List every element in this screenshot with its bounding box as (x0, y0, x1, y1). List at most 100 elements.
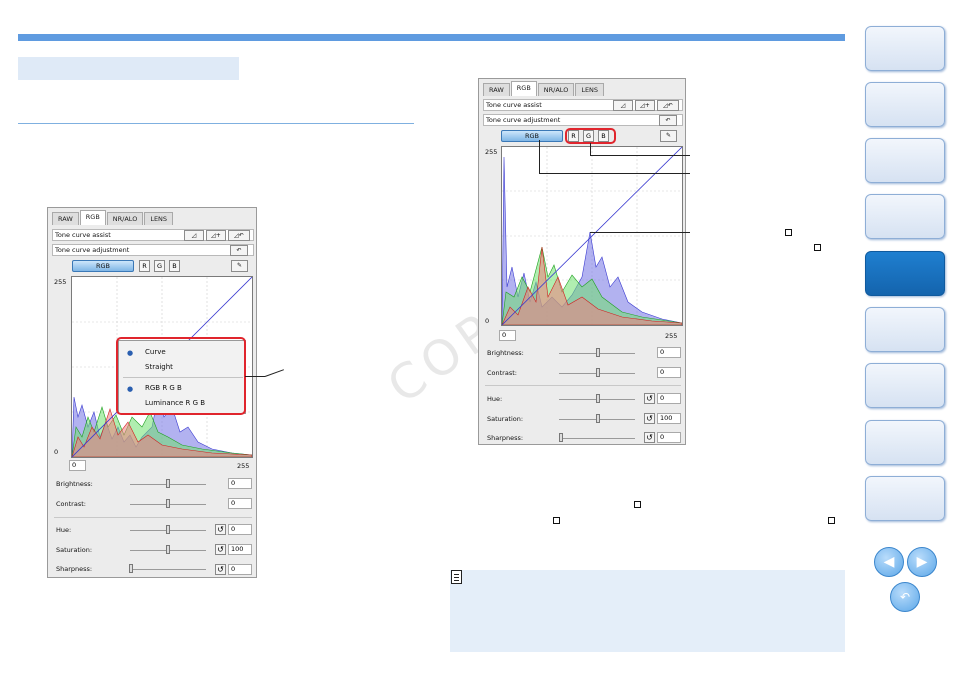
brightness-slider[interactable] (596, 348, 600, 357)
tone-assist-plus-button[interactable]: ◿+ (206, 230, 226, 241)
rgb-callout-line (590, 155, 690, 156)
sidebar-nav-item[interactable] (865, 194, 945, 239)
saturation-value[interactable]: 100 (657, 413, 681, 424)
tone-assist-plus-button[interactable]: ◿+ (635, 100, 655, 111)
tab-raw[interactable]: RAW (52, 212, 79, 225)
sharpness-reset-icon[interactable]: ↺ (215, 564, 226, 575)
contrast-slider[interactable] (596, 368, 600, 377)
menu-callout-leader (264, 369, 284, 377)
hue-value[interactable]: 0 (657, 393, 681, 404)
hue-slider[interactable] (596, 394, 600, 403)
sharpness-value[interactable]: 0 (657, 432, 681, 443)
tone-curve-adjustment-row: Tone curve adjustment (483, 114, 683, 126)
sharpness-slider[interactable] (129, 564, 133, 573)
curve-reset-button[interactable]: ↶ (230, 245, 248, 256)
brightness-value[interactable]: 0 (657, 347, 681, 358)
eyedropper-icon[interactable]: ✎ (231, 260, 248, 272)
hue-slider[interactable] (166, 525, 170, 534)
memo-icon (451, 570, 462, 584)
sharpness-reset-icon[interactable]: ↺ (644, 432, 655, 443)
brightness-label: Brightness: (56, 480, 93, 488)
panel-tabs: RAW RGB NR/ALO LENS (483, 81, 605, 96)
saturation-slider[interactable] (596, 414, 600, 423)
page-ref-icon (828, 517, 835, 524)
g-channel-button[interactable]: G (154, 260, 165, 272)
rgb-button-callout-vertical (539, 140, 540, 173)
hue-label: Hue: (487, 395, 503, 403)
axis-max-label: 255 (485, 148, 498, 156)
contrast-label: Contrast: (487, 369, 517, 377)
arrow-right-icon[interactable]: ▶ (907, 547, 937, 577)
header-bar (18, 34, 845, 41)
sharpness-value[interactable]: 0 (228, 564, 252, 575)
page-ref-icon (814, 244, 821, 251)
brightness-slider[interactable] (166, 479, 170, 488)
tone-assist-button[interactable]: ◿ (184, 230, 204, 241)
eyedropper-icon[interactable]: ✎ (660, 130, 677, 142)
axis-zero-label: 0 (54, 448, 59, 456)
hue-label: Hue: (56, 526, 72, 534)
brightness-value[interactable]: 0 (228, 478, 252, 489)
rgb-channel-button[interactable]: RGB (72, 260, 134, 272)
saturation-value[interactable]: 100 (228, 544, 252, 555)
tab-raw[interactable]: RAW (483, 83, 510, 96)
hue-reset-icon[interactable]: ↺ (215, 524, 226, 535)
input-level-min[interactable]: 0 (499, 330, 516, 341)
sharpness-label: Sharpness: (56, 565, 93, 573)
input-level-max-label: 255 (237, 462, 250, 470)
return-icon[interactable]: ↶ (890, 582, 920, 612)
right-rgb-panel: RAW RGB NR/ALO LENS Tone curve assist ◿ … (478, 78, 686, 445)
tone-assist-button[interactable]: ◿ (613, 100, 633, 111)
saturation-reset-icon[interactable]: ↺ (644, 413, 655, 424)
sidebar-nav-item[interactable] (865, 476, 945, 521)
sharpness-slider[interactable] (559, 433, 563, 442)
saturation-label: Saturation: (487, 415, 524, 423)
left-rgb-panel: RAW RGB NR/ALO LENS Tone curve assist ◿ … (47, 207, 257, 578)
tab-nr-alo[interactable]: NR/ALO (106, 212, 144, 225)
input-level-min[interactable]: 0 (69, 460, 86, 471)
tab-lens[interactable]: LENS (575, 83, 605, 96)
contrast-value[interactable]: 0 (228, 498, 252, 509)
saturation-reset-icon[interactable]: ↺ (215, 544, 226, 555)
hue-value[interactable]: 0 (228, 524, 252, 535)
b-channel-button[interactable]: B (169, 260, 180, 272)
hue-reset-icon[interactable]: ↺ (644, 393, 655, 404)
brightness-label: Brightness: (487, 349, 524, 357)
slider-separator (485, 385, 681, 386)
sharpness-label: Sharpness: (487, 434, 524, 442)
contrast-value[interactable]: 0 (657, 367, 681, 378)
menu-callout-line (245, 376, 265, 377)
sidebar-nav-item-active[interactable] (865, 251, 945, 296)
section-divider (18, 123, 414, 124)
rgb-buttons-highlight (565, 128, 616, 144)
sidebar-nav-item[interactable] (865, 82, 945, 127)
tone-curve-assist-label: Tone curve assist (486, 101, 542, 109)
saturation-label: Saturation: (56, 546, 93, 554)
arrow-left-icon[interactable]: ◀ (874, 547, 904, 577)
contrast-slider[interactable] (166, 499, 170, 508)
rgb-channel-button[interactable]: RGB (501, 130, 563, 142)
tab-rgb[interactable]: RGB (510, 81, 537, 96)
sidebar-nav-item[interactable] (865, 26, 945, 71)
tone-assist-reset-button[interactable]: ◿↶ (228, 230, 250, 241)
sidebar-nav-item[interactable] (865, 307, 945, 352)
tone-assist-reset-button[interactable]: ◿↶ (657, 100, 679, 111)
tab-rgb[interactable]: RGB (79, 210, 106, 225)
tab-lens[interactable]: LENS (144, 212, 174, 225)
rgb-button-callout-line (539, 173, 690, 174)
sidebar-nav-item[interactable] (865, 363, 945, 408)
saturation-slider[interactable] (166, 545, 170, 554)
sharpness-track[interactable] (559, 438, 635, 439)
sidebar-nav-item[interactable] (865, 138, 945, 183)
axis-zero-label: 0 (485, 317, 490, 325)
tab-nr-alo[interactable]: NR/ALO (537, 83, 575, 96)
r-channel-button[interactable]: R (139, 260, 150, 272)
slider-separator (54, 517, 252, 518)
panel-tabs: RAW RGB NR/ALO LENS (52, 210, 174, 225)
axis-max-label: 255 (54, 278, 67, 286)
tone-curve-adjustment-row: Tone curve adjustment (52, 244, 254, 256)
sharpness-track[interactable] (130, 569, 206, 570)
curve-reset-button[interactable]: ↶ (659, 115, 677, 126)
page-ref-icon (634, 501, 641, 508)
sidebar-nav-item[interactable] (865, 420, 945, 465)
